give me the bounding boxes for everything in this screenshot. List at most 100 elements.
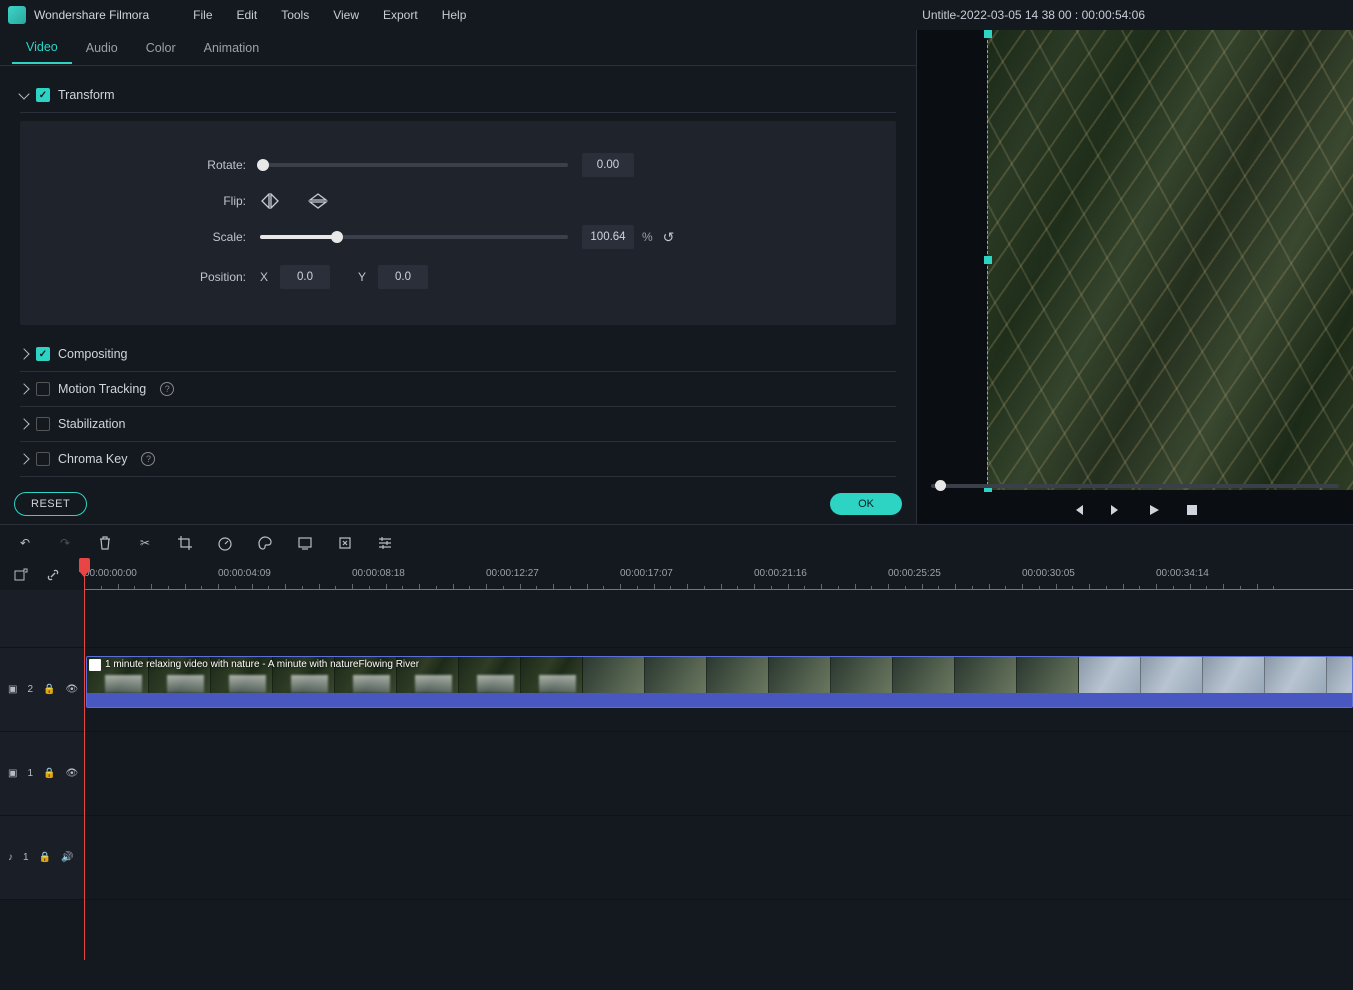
section-lens-correction: Lens Correction bbox=[20, 477, 896, 484]
adjust-icon[interactable] bbox=[376, 534, 394, 552]
pos-x-input[interactable] bbox=[280, 265, 330, 289]
section-title-chroma-key: Chroma Key bbox=[58, 452, 127, 466]
ruler-tick: 00:00:25:25 bbox=[888, 568, 941, 579]
menu-file[interactable]: File bbox=[181, 2, 224, 28]
preview-video[interactable] bbox=[987, 30, 1353, 490]
delete-icon[interactable] bbox=[96, 534, 114, 552]
track-v1-lock-icon[interactable]: 🔒 bbox=[43, 768, 55, 779]
track-v1-num: 1 bbox=[27, 768, 33, 779]
clip-audio-wave bbox=[87, 693, 1352, 707]
ruler-tick: 00:00:12:27 bbox=[486, 568, 539, 579]
timeline: 00:00:00:00 00:00:04:09 00:00:08:18 00:00:1… bbox=[0, 560, 1353, 990]
color-icon[interactable] bbox=[256, 534, 274, 552]
caret-chroma-key[interactable] bbox=[18, 453, 29, 464]
app-title: Wondershare Filmora bbox=[34, 8, 149, 22]
play-icon[interactable] bbox=[1146, 502, 1162, 518]
caret-stabilization[interactable] bbox=[18, 418, 29, 429]
pos-x-label: X bbox=[260, 270, 268, 284]
scale-unit: % bbox=[642, 230, 653, 244]
track-a1-vol-icon[interactable]: 🔊 bbox=[61, 852, 73, 863]
link-icon[interactable] bbox=[44, 566, 62, 584]
checkbox-chroma-key[interactable] bbox=[36, 452, 50, 466]
checkbox-motion-tracking[interactable] bbox=[36, 382, 50, 396]
section-title-motion-tracking: Motion Tracking bbox=[58, 382, 146, 396]
section-title-compositing: Compositing bbox=[58, 347, 127, 361]
prev-frame-icon[interactable] bbox=[1070, 502, 1086, 518]
menu-tools[interactable]: Tools bbox=[269, 2, 321, 28]
rotate-input[interactable] bbox=[582, 153, 634, 177]
flip-label: Flip: bbox=[60, 194, 260, 208]
crop-icon[interactable] bbox=[176, 534, 194, 552]
clip-type-icon bbox=[89, 659, 101, 671]
track-v2-eye-icon[interactable]: 👁 bbox=[65, 684, 78, 695]
scale-input[interactable] bbox=[582, 225, 634, 249]
menu-view[interactable]: View bbox=[321, 2, 371, 28]
tab-audio[interactable]: Audio bbox=[72, 33, 132, 63]
checkbox-transform[interactable] bbox=[36, 88, 50, 102]
clip-label: 1 minute relaxing video with nature - A … bbox=[105, 659, 419, 670]
section-title-stabilization: Stabilization bbox=[58, 417, 125, 431]
rotate-slider[interactable] bbox=[260, 163, 568, 167]
add-track-icon[interactable] bbox=[12, 566, 30, 584]
track-v2-num: 2 bbox=[27, 684, 33, 695]
tab-animation[interactable]: Animation bbox=[190, 33, 274, 63]
video-clip[interactable]: 1 minute relaxing video with nature - A … bbox=[86, 656, 1353, 708]
track-video-2: ▣ 2 🔒 👁 1 minute relaxing video with nat… bbox=[0, 648, 1353, 732]
pos-y-input[interactable] bbox=[378, 265, 428, 289]
help-chroma-key-icon[interactable]: ? bbox=[141, 452, 155, 466]
track-a1-icon: ♪ bbox=[8, 852, 13, 863]
caret-compositing[interactable] bbox=[18, 348, 29, 359]
ruler-tick: 00:00:00:00 bbox=[84, 568, 137, 579]
menu-edit[interactable]: Edit bbox=[225, 2, 270, 28]
next-frame-icon[interactable] bbox=[1108, 502, 1124, 518]
ok-button[interactable]: OK bbox=[830, 493, 902, 515]
property-tabs: Video Audio Color Animation bbox=[0, 30, 916, 66]
section-transform: Transform Rotate: Flip: bbox=[20, 78, 896, 325]
position-label: Position: bbox=[60, 270, 260, 284]
scale-reset-icon[interactable]: ↺ bbox=[663, 229, 675, 246]
track-audio-1: ♪ 1 🔒 🔊 bbox=[0, 816, 1353, 900]
preview-panel bbox=[916, 30, 1353, 524]
track-a1-lock-icon[interactable]: 🔒 bbox=[39, 852, 51, 863]
menu-export[interactable]: Export bbox=[371, 2, 430, 28]
properties-panel: Video Audio Color Animation Transform Ro… bbox=[0, 30, 916, 524]
playhead[interactable] bbox=[84, 560, 85, 960]
undo-icon[interactable]: ↶ bbox=[16, 534, 34, 552]
ruler-tick: 00:00:34:14 bbox=[1156, 568, 1209, 579]
timeline-toolbar: ↶ ↷ ✂ bbox=[0, 524, 1353, 560]
checkbox-stabilization[interactable] bbox=[36, 417, 50, 431]
ruler-tick: 00:00:30:05 bbox=[1022, 568, 1075, 579]
track-a1-num: 1 bbox=[23, 852, 29, 863]
checkbox-compositing[interactable] bbox=[36, 347, 50, 361]
track-v2-icon: ▣ bbox=[8, 684, 17, 695]
timeline-ruler[interactable]: 00:00:00:00 00:00:04:09 00:00:08:18 00:00:1… bbox=[84, 560, 1353, 590]
menubar: File Edit Tools View Export Help bbox=[181, 2, 478, 28]
reset-button[interactable]: RESET bbox=[14, 492, 87, 516]
ruler-tick: 00:00:04:09 bbox=[218, 568, 271, 579]
flip-horizontal-icon[interactable] bbox=[260, 193, 280, 209]
preview-scrubber[interactable] bbox=[931, 484, 1339, 488]
stop-icon[interactable] bbox=[1184, 502, 1200, 518]
preview-handle-top[interactable] bbox=[984, 30, 992, 38]
help-motion-tracking-icon[interactable]: ? bbox=[160, 382, 174, 396]
preview-handle-mid[interactable] bbox=[984, 256, 992, 264]
track-spacer bbox=[0, 590, 1353, 648]
ruler-tick: 00:00:08:18 bbox=[352, 568, 405, 579]
redo-icon[interactable]: ↷ bbox=[56, 534, 74, 552]
scale-label: Scale: bbox=[60, 230, 260, 244]
menu-help[interactable]: Help bbox=[430, 2, 479, 28]
titlebar: Wondershare Filmora File Edit Tools View… bbox=[0, 0, 1353, 30]
track-v2-lock-icon[interactable]: 🔒 bbox=[43, 684, 55, 695]
scale-slider[interactable] bbox=[260, 235, 568, 239]
track-video-1: ▣ 1 🔒 👁 bbox=[0, 732, 1353, 816]
track-v1-eye-icon[interactable]: 👁 bbox=[65, 768, 78, 779]
green-screen-icon[interactable] bbox=[296, 534, 314, 552]
keyframe-icon[interactable] bbox=[336, 534, 354, 552]
speed-icon[interactable] bbox=[216, 534, 234, 552]
tab-video[interactable]: Video bbox=[12, 32, 72, 64]
cut-icon[interactable]: ✂ bbox=[136, 534, 154, 552]
caret-transform[interactable] bbox=[18, 88, 29, 99]
flip-vertical-icon[interactable] bbox=[308, 193, 328, 209]
caret-motion-tracking[interactable] bbox=[18, 383, 29, 394]
tab-color[interactable]: Color bbox=[132, 33, 190, 63]
